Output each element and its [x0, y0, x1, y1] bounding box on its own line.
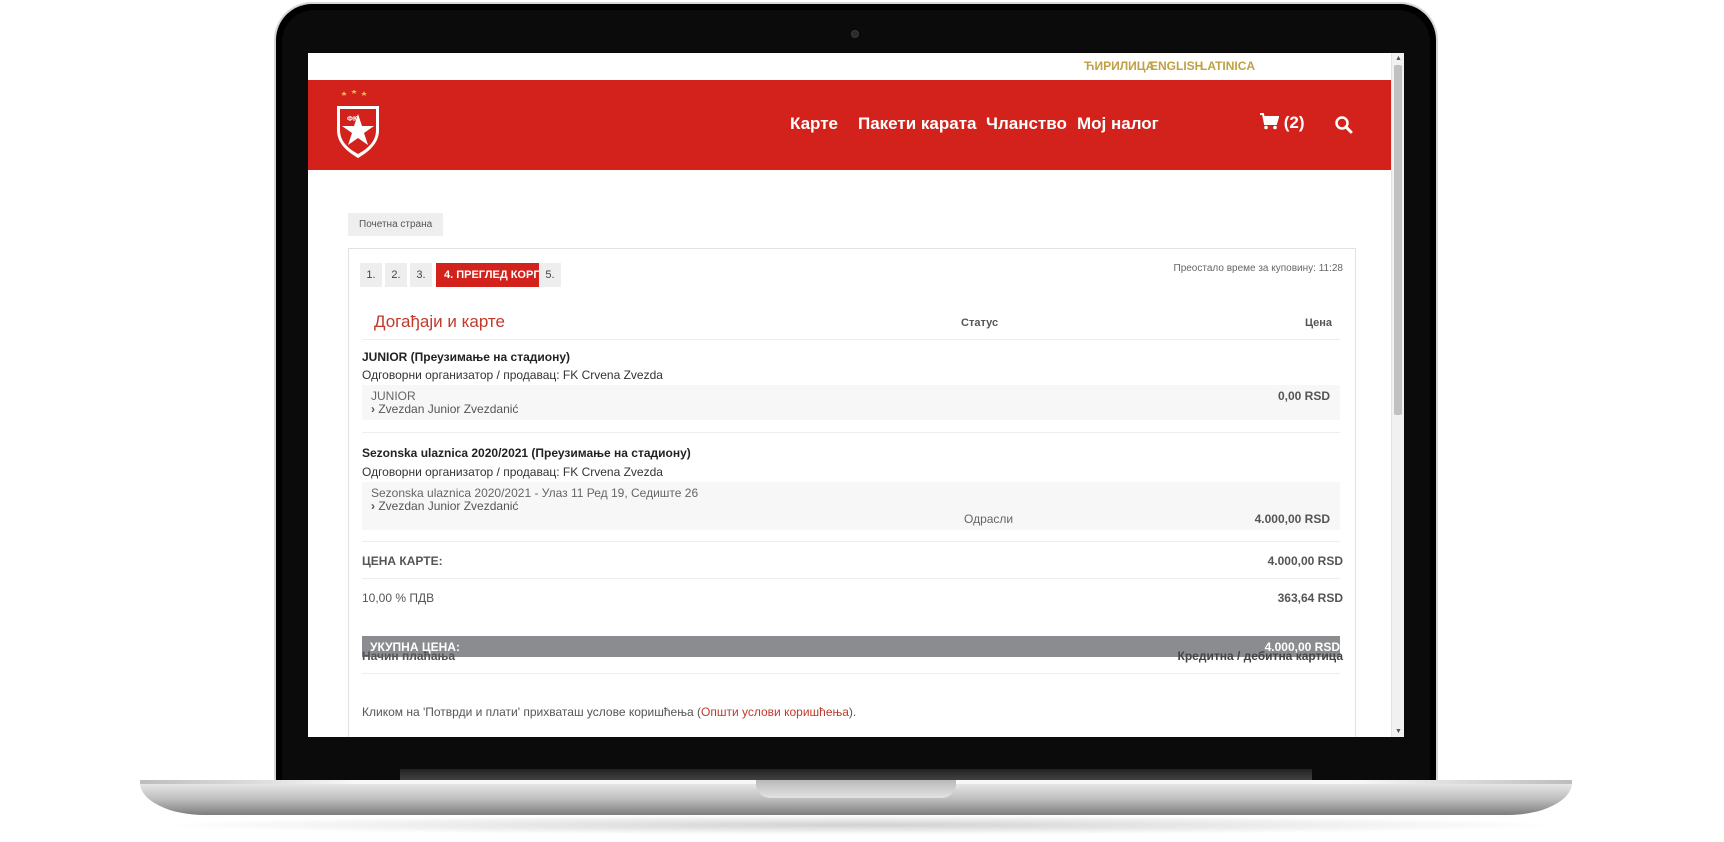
search-icon[interactable]: [1334, 115, 1354, 135]
checkout-panel: 1. 2. 3. 4. ПРЕГЛЕД КОРПЕ 5. Преостало в…: [348, 248, 1356, 737]
chevron-right-icon: ›: [371, 499, 375, 513]
ticket-holder-name: Zvezdan Junior Zvezdanić: [378, 402, 519, 416]
payment-method-label: Начин плаћања: [362, 649, 456, 663]
lang-cyrillic-link[interactable]: ЋИРИЛИЦА: [1084, 59, 1154, 73]
ticket-price-value: 4.000,00 RSD: [1267, 554, 1343, 568]
divider: [362, 673, 1340, 674]
site-header: ФК Карте Пакети карата Чланство Мој нало…: [308, 80, 1392, 170]
divider: [362, 578, 1340, 579]
item-title: Sezonska ulaznica 2020/2021 (Преузимање …: [362, 446, 691, 460]
status-column-header: Статус: [961, 317, 999, 329]
ticket-name: Sezonska ulaznica 2020/2021 - Улаз 11 Ре…: [371, 486, 699, 500]
language-bar: ЋИРИЛИЦА ENGLISH LATINICA: [308, 53, 1392, 80]
terms-notice: Кликом на 'Потврди и плати' прихваташ ус…: [362, 705, 856, 719]
nav-my-account[interactable]: Мој налог: [1077, 114, 1159, 134]
scroll-down-arrow-icon[interactable]: ▼: [1395, 728, 1402, 735]
price-column-header: Цена: [1304, 317, 1332, 329]
breadcrumb-home[interactable]: Почетна страна: [348, 213, 444, 236]
purchase-timer: Преостало време за куповину: 11:28: [1173, 263, 1344, 274]
cart-count: (2): [1283, 113, 1305, 132]
svg-text:ФК: ФК: [347, 116, 358, 123]
ticket-name: JUNIOR: [371, 389, 416, 403]
nav-ticket-packages[interactable]: Пакети карата: [858, 114, 977, 134]
vat-label: 10,00 % ПДВ: [362, 591, 435, 605]
ticket-holder: › Zvezdan Junior Zvezdanić: [371, 402, 518, 416]
step-5[interactable]: 5.: [539, 263, 561, 287]
camera-icon: [852, 31, 858, 37]
terms-text: Кликом на 'Потврди и плати' прихваташ ус…: [362, 705, 701, 719]
ticket-row: Sezonska ulaznica 2020/2021 - Улаз 11 Ре…: [362, 482, 1340, 530]
step-1[interactable]: 1.: [360, 263, 382, 287]
item-title: JUNIOR (Преузимање на стадиону): [362, 350, 570, 364]
payment-method-value: Кредитна / дебитна картица: [1177, 649, 1343, 663]
vat-value: 363,64 RSD: [1277, 591, 1343, 605]
ticket-holder: › Zvezdan Junior Zvezdanić: [371, 499, 518, 513]
step-2[interactable]: 2.: [385, 263, 407, 287]
item-organizer: Одговорни организатор / продавац: FK Crv…: [362, 368, 663, 382]
divider: [362, 339, 1340, 340]
nav-tickets[interactable]: Карте: [790, 114, 838, 134]
scroll-thumb[interactable]: [1394, 65, 1402, 415]
ticket-status: Одрасли: [964, 512, 1014, 526]
lang-english-link[interactable]: ENGLISH: [1150, 59, 1203, 73]
ticket-row: JUNIOR › Zvezdan Junior Zvezdanić 0,00 R…: [362, 385, 1340, 420]
browser-screen: ЋИРИЛИЦА ENGLISH LATINICA ФК Карте Пакет…: [308, 53, 1404, 737]
terms-end: ).: [848, 705, 857, 719]
ticket-price: 4.000,00 RSD: [1254, 512, 1330, 526]
cart-button[interactable]: (2): [1260, 113, 1305, 133]
laptop-shadow: [150, 815, 1570, 835]
vertical-scrollbar[interactable]: ▲ ▼: [1391, 53, 1404, 737]
lang-latin-link[interactable]: LATINICA: [1200, 59, 1255, 73]
ticket-holder-name: Zvezdan Junior Zvezdanić: [378, 499, 519, 513]
scroll-up-arrow-icon[interactable]: ▲: [1395, 55, 1402, 62]
section-title: Догађаји и карте: [374, 312, 505, 331]
divider: [362, 432, 1340, 433]
step-3[interactable]: 3.: [410, 263, 432, 287]
laptop-notch: [756, 780, 956, 798]
item-organizer: Одговорни организатор / продавац: FK Crv…: [362, 465, 663, 479]
club-logo[interactable]: ФК: [334, 90, 382, 160]
ticket-price-label: ЦЕНА КАРТЕ:: [362, 554, 443, 568]
divider: [362, 541, 1340, 542]
chevron-right-icon: ›: [371, 402, 375, 416]
nav-membership[interactable]: Чланство: [986, 114, 1067, 134]
ticket-price: 0,00 RSD: [1277, 389, 1330, 403]
cart-icon: [1260, 113, 1280, 130]
terms-link[interactable]: Општи услови коришћења: [701, 705, 849, 719]
